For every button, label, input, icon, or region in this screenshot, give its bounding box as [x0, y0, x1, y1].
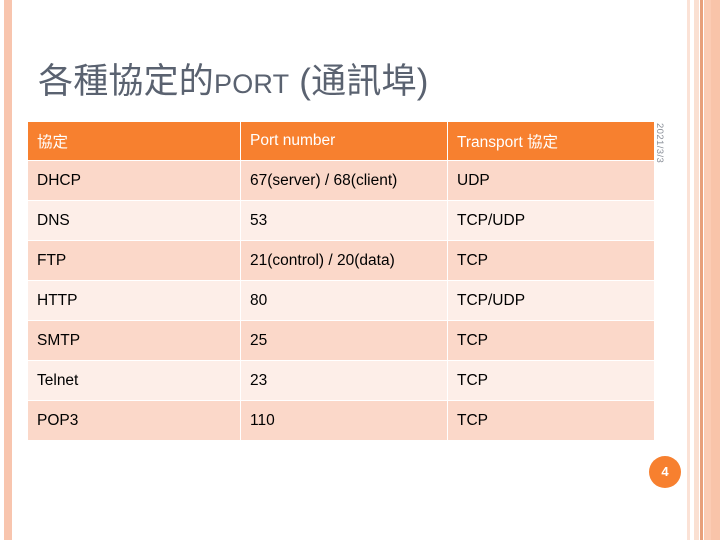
table-body: DHCP 67(server) / 68(client) UDP DNS 53 … — [28, 161, 654, 440]
slide-title-prefix: 各種協定的 — [38, 62, 215, 101]
table-row: Telnet 23 TCP — [28, 361, 654, 400]
slide-title-suffix: (通訊埠) — [289, 62, 429, 101]
right-accent-bar-thin — [687, 0, 690, 540]
cell-protocol: SMTP — [28, 321, 240, 360]
right-accent-bar-broad — [711, 0, 720, 540]
cell-transport: TCP/UDP — [448, 201, 654, 240]
table-row: SMTP 25 TCP — [28, 321, 654, 360]
left-accent-bar — [4, 0, 12, 540]
cell-transport: TCP — [448, 401, 654, 440]
cell-port: 25 — [241, 321, 447, 360]
cell-protocol: HTTP — [28, 281, 240, 320]
port-number-table: 協定 Port number Transport 協定 DHCP 67(serv… — [27, 121, 655, 441]
slide-date: 2021/3/3 — [654, 123, 665, 164]
cell-port: 21(control) / 20(data) — [241, 241, 447, 280]
table-row: DHCP 67(server) / 68(client) UDP — [28, 161, 654, 200]
table-row: POP3 110 TCP — [28, 401, 654, 440]
column-header-transport: Transport 協定 — [448, 122, 654, 160]
cell-port: 23 — [241, 361, 447, 400]
table-row: HTTP 80 TCP/UDP — [28, 281, 654, 320]
cell-transport: TCP — [448, 321, 654, 360]
cell-port: 110 — [241, 401, 447, 440]
slide-canvas: 各種協定的PORT (通訊埠) 協定 Port number Transport… — [0, 0, 720, 540]
table-header-row: 協定 Port number Transport 協定 — [28, 122, 654, 160]
cell-protocol: POP3 — [28, 401, 240, 440]
cell-transport: TCP — [448, 361, 654, 400]
slide-title-smallcaps: PORT — [214, 59, 290, 102]
cell-protocol: FTP — [28, 241, 240, 280]
slide-title: 各種協定的PORT (通訊埠) — [38, 56, 638, 106]
cell-port: 53 — [241, 201, 447, 240]
column-header-port: Port number — [241, 122, 447, 160]
cell-transport: UDP — [448, 161, 654, 200]
cell-port: 80 — [241, 281, 447, 320]
table-row: DNS 53 TCP/UDP — [28, 201, 654, 240]
cell-protocol: DHCP — [28, 161, 240, 200]
slide-number-badge: 4 — [649, 456, 681, 488]
cell-protocol: Telnet — [28, 361, 240, 400]
cell-transport: TCP — [448, 241, 654, 280]
column-header-protocol: 協定 — [28, 122, 240, 160]
cell-protocol: DNS — [28, 201, 240, 240]
right-accent-bar-line — [700, 0, 703, 540]
right-accent-bar-wide — [704, 0, 711, 540]
cell-port: 67(server) / 68(client) — [241, 161, 447, 200]
cell-transport: TCP/UDP — [448, 281, 654, 320]
table-row: FTP 21(control) / 20(data) TCP — [28, 241, 654, 280]
right-accent-bar-pale — [694, 0, 699, 540]
table-header: 協定 Port number Transport 協定 — [28, 122, 654, 160]
